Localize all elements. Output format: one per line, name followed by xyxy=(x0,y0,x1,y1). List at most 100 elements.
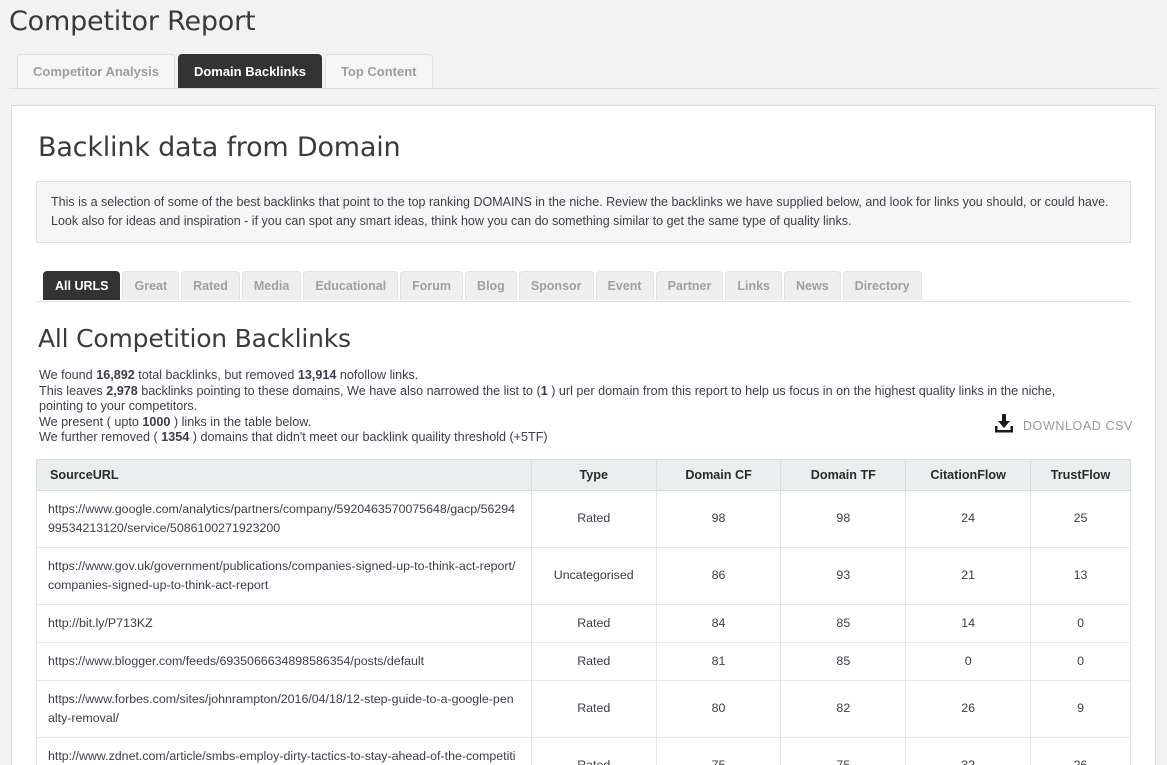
tab-top-content[interactable]: Top Content xyxy=(324,54,433,88)
cell-citationflow: 21 xyxy=(905,546,1032,605)
cell-type: Rated xyxy=(530,641,657,681)
cell-type: Rated xyxy=(530,736,657,765)
cell-citationflow: 0 xyxy=(905,641,1032,681)
filter-tab-directory[interactable]: Directory xyxy=(842,271,922,300)
stats-text: total backlinks, but removed xyxy=(134,368,298,382)
cell-domain-cf: 80 xyxy=(655,679,782,738)
filter-tab-forum[interactable]: Forum xyxy=(400,271,464,300)
nofollow-removed-count: 13,914 xyxy=(297,368,337,382)
column-header-domain-tf[interactable]: Domain TF xyxy=(780,458,907,491)
cell-type: Uncategorised xyxy=(530,546,657,605)
filter-tab-media[interactable]: Media xyxy=(241,271,302,300)
table-row[interactable]: https://www.google.com/analytics/partner… xyxy=(36,489,1131,548)
cell-domain-cf: 84 xyxy=(655,603,782,643)
cell-domain-tf: 93 xyxy=(780,546,907,605)
stats-line-1: We found 16,892 total backlinks, but rem… xyxy=(39,368,1076,384)
domains-removed-count: 1354 xyxy=(161,430,190,444)
links-presented-count: 1000 xyxy=(142,414,171,429)
download-csv-button[interactable]: DOWNLOAD CSV xyxy=(993,412,1133,439)
tab-competitor-analysis[interactable]: Competitor Analysis xyxy=(17,54,175,88)
stats-text: ) domains that didn't meet our backlink … xyxy=(189,430,548,444)
table-row[interactable]: http://bit.ly/P713KZ Rated 84 85 14 0 xyxy=(36,603,1131,643)
table-row[interactable]: https://www.blogger.com/feeds/6935066634… xyxy=(36,641,1131,681)
filter-tab-news[interactable]: News xyxy=(784,271,841,300)
cell-trustflow: 13 xyxy=(1030,546,1131,605)
stats-text: We further removed ( xyxy=(39,430,162,444)
section-title: All Competition Backlinks xyxy=(38,324,351,353)
cell-sourceurl[interactable]: https://www.google.com/analytics/partner… xyxy=(36,489,532,548)
column-header-type[interactable]: Type xyxy=(530,458,657,491)
cell-type: Rated xyxy=(530,489,657,548)
filter-tab-partner[interactable]: Partner xyxy=(655,271,724,300)
cell-type: Rated xyxy=(530,603,657,643)
cell-sourceurl[interactable]: https://www.forbes.com/sites/johnrampton… xyxy=(36,679,532,738)
urls-per-domain-count: 1 xyxy=(540,383,548,398)
download-csv-label: DOWNLOAD CSV xyxy=(1023,418,1133,433)
filter-tab-all-urls[interactable]: All URLS xyxy=(43,271,121,300)
stats-text: This leaves xyxy=(39,383,107,398)
cell-domain-cf: 75 xyxy=(655,736,782,765)
cell-trustflow: 0 xyxy=(1030,603,1131,643)
column-header-citationflow[interactable]: CitationFlow xyxy=(905,458,1032,491)
info-line-1: This is a selection of some of the best … xyxy=(51,195,1109,209)
table-row[interactable]: http://www.zdnet.com/article/smbs-employ… xyxy=(36,736,1131,765)
cell-sourceurl[interactable]: https://www.gov.uk/government/publicatio… xyxy=(36,546,532,605)
cell-sourceurl[interactable]: http://bit.ly/P713KZ xyxy=(36,603,532,643)
stats-line-2: This leaves 2,978 backlinks pointing to … xyxy=(39,384,1076,415)
stats-text: nofollow links. xyxy=(336,368,419,382)
cell-trustflow: 9 xyxy=(1030,679,1131,738)
cell-domain-cf: 86 xyxy=(655,546,782,605)
cell-type: Rated xyxy=(530,679,657,738)
column-header-domain-cf[interactable]: Domain CF xyxy=(655,458,782,491)
top-tab-bar: Competitor Analysis Domain Backlinks Top C… xyxy=(9,53,1159,89)
cell-sourceurl[interactable]: http://www.zdnet.com/article/smbs-employ… xyxy=(36,736,532,765)
competitor-report-page: Competitor Report Competitor Analysis Dom… xyxy=(0,0,1167,765)
cell-domain-cf: 81 xyxy=(655,641,782,681)
stats-text: backlinks pointing to these domains, We … xyxy=(137,383,541,398)
filter-tab-event[interactable]: Event xyxy=(595,271,654,300)
filter-tab-links[interactable]: Links xyxy=(725,271,783,300)
cell-sourceurl[interactable]: https://www.blogger.com/feeds/6935066634… xyxy=(36,641,532,681)
cell-citationflow: 32 xyxy=(905,736,1032,765)
filter-tab-bar: All URLS Great Rated Media Educational Forum B… xyxy=(36,270,1131,302)
column-header-sourceurl[interactable]: SourceURL xyxy=(36,458,532,491)
backlinks-table: SourceURL Type Domain CF Domain TF Citat… xyxy=(36,458,1131,765)
table-header-row: SourceURL Type Domain CF Domain TF Citat… xyxy=(36,458,1131,491)
filter-tab-rated[interactable]: Rated xyxy=(181,271,240,300)
info-line-2: Look also for ideas and inspiration - if… xyxy=(51,214,852,228)
remaining-backlinks-count: 2,978 xyxy=(106,383,138,398)
stats-line-3: We present ( upto 1000 ) links in the ta… xyxy=(39,415,1076,431)
cell-domain-tf: 82 xyxy=(780,679,907,738)
cell-trustflow: 25 xyxy=(1030,489,1131,548)
table-row[interactable]: https://www.gov.uk/government/publicatio… xyxy=(36,546,1131,605)
info-box: This is a selection of some of the best … xyxy=(36,181,1131,243)
cell-citationflow: 26 xyxy=(905,679,1032,738)
cell-citationflow: 14 xyxy=(905,603,1032,643)
tab-domain-backlinks[interactable]: Domain Backlinks xyxy=(177,54,322,88)
table-row[interactable]: https://www.forbes.com/sites/johnrampton… xyxy=(36,679,1131,738)
cell-domain-tf: 85 xyxy=(780,641,907,681)
table-body: https://www.google.com/analytics/partner… xyxy=(36,489,1131,765)
filter-tab-great[interactable]: Great xyxy=(122,271,180,300)
download-icon xyxy=(993,412,1015,439)
cell-domain-tf: 75 xyxy=(780,736,907,765)
filter-tab-blog[interactable]: Blog xyxy=(465,271,517,300)
stats-text: We present ( upto xyxy=(39,414,143,429)
cell-domain-cf: 98 xyxy=(655,489,782,548)
backlink-panel: Backlink data from Domain This is a sele… xyxy=(11,105,1156,765)
column-header-trustflow[interactable]: TrustFlow xyxy=(1030,458,1131,491)
stats-summary: We found 16,892 total backlinks, but rem… xyxy=(36,368,1076,446)
cell-trustflow: 0 xyxy=(1030,641,1131,681)
stats-text: We found xyxy=(39,368,97,382)
filter-tab-sponsor[interactable]: Sponsor xyxy=(518,271,594,300)
filter-tab-educational[interactable]: Educational xyxy=(303,271,399,300)
cell-trustflow: 26 xyxy=(1030,736,1131,765)
page-title: Competitor Report xyxy=(9,6,256,37)
cell-domain-tf: 98 xyxy=(780,489,907,548)
panel-title: Backlink data from Domain xyxy=(38,132,401,163)
total-backlinks-count: 16,892 xyxy=(96,368,135,382)
stats-line-4: We further removed ( 1354 ) domains that… xyxy=(39,430,1076,446)
cell-domain-tf: 85 xyxy=(780,603,907,643)
cell-citationflow: 24 xyxy=(905,489,1032,548)
stats-text: ) links in the table below. xyxy=(170,414,312,429)
